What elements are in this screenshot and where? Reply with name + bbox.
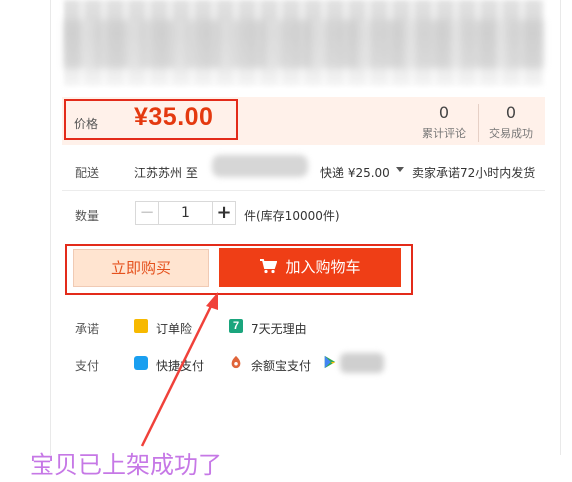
annotation-caption: 宝贝已上架成功了 [30, 451, 222, 479]
annotation-arrow [140, 292, 218, 447]
